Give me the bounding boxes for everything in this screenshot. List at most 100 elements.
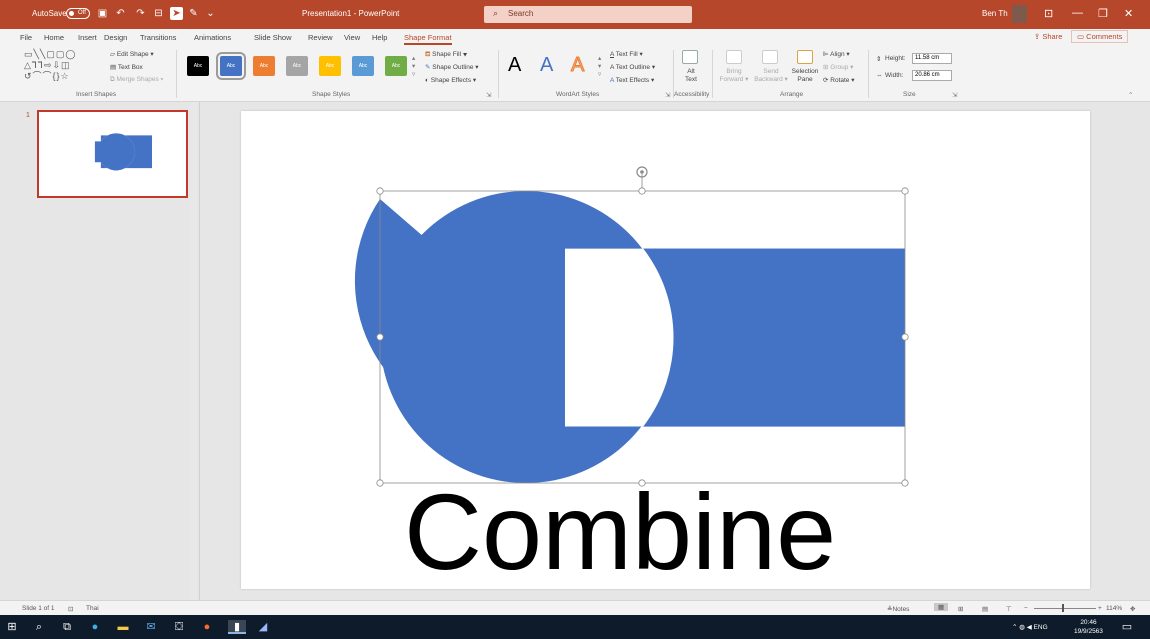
fit-slide-icon[interactable]: ✥ <box>1130 605 1135 613</box>
user-name[interactable]: Ben Th <box>982 9 1008 18</box>
zoom-level[interactable]: 114% <box>1106 605 1122 612</box>
slide-canvas[interactable]: Combine <box>241 111 1090 589</box>
slides-panel: 1 <box>0 102 200 600</box>
powerpoint-taskbar-icon[interactable]: ▮ <box>228 620 246 634</box>
tab-transitions[interactable]: Transitions <box>140 33 176 42</box>
text-effects-button[interactable]: A Text Effects ▾ <box>610 76 654 84</box>
tab-home[interactable]: Home <box>44 33 64 42</box>
send-backward-button[interactable]: Send Backward ▾ <box>751 68 791 84</box>
text-outline-button[interactable]: A Text Outline ▾ <box>610 63 655 71</box>
dialog-launcher-icon[interactable]: ⇲ <box>486 91 491 99</box>
undo-icon[interactable]: ↶ <box>114 7 127 20</box>
slide-sorter-icon[interactable]: ⊞ <box>958 605 963 613</box>
slide-thumbnail[interactable] <box>37 110 188 198</box>
tab-file[interactable]: File <box>20 33 32 42</box>
zoom-slider[interactable] <box>1034 608 1096 609</box>
system-tray[interactable]: ⌃ ◍ ◀ ENG <box>1012 623 1048 631</box>
collapse-ribbon-icon[interactable]: ⌃ <box>1128 91 1133 99</box>
language[interactable]: Thai <box>86 605 99 612</box>
tab-help[interactable]: Help <box>372 33 387 42</box>
merge-shapes-button[interactable]: ⧉ Merge Shapes ▾ <box>110 76 163 84</box>
minimize-icon[interactable]: — <box>1072 7 1083 19</box>
shape-outline-button[interactable]: ✎ Shape Outline ▾ <box>425 63 479 71</box>
avatar[interactable] <box>1012 5 1027 23</box>
wordart-style-black[interactable]: A <box>508 54 521 77</box>
height-field[interactable]: 11.58 cm <box>912 53 952 64</box>
tab-insert[interactable]: Insert <box>78 33 97 42</box>
size-group-label: Size <box>903 91 916 98</box>
shape-fill-button[interactable]: ⛾ Shape Fill ▾ <box>425 50 467 59</box>
zoom-in-icon[interactable]: + <box>1098 605 1102 612</box>
text-outline-icon: A <box>610 64 614 71</box>
shape-style-light-blue[interactable]: Abc <box>352 56 374 76</box>
shape-style-black[interactable]: Abc <box>187 56 209 76</box>
shape-style-blue[interactable]: Abc <box>216 52 246 80</box>
width-field[interactable]: 20.86 cm <box>912 70 952 81</box>
tab-view[interactable]: View <box>344 33 360 42</box>
tab-slide-show[interactable]: Slide Show <box>254 33 292 42</box>
close-icon[interactable]: ✕ <box>1124 7 1133 20</box>
spellcheck-icon[interactable]: ⊡ <box>68 605 73 613</box>
redo-icon[interactable]: ↷ <box>134 7 147 20</box>
taskbar: ⊞ ⌕ ⧉ ● ▬ ✉ ⛋ ● ▮ ◢ ⌃ ◍ ◀ ENG 20:46 19/9/… <box>0 615 1150 639</box>
autosave-toggle[interactable]: Off <box>66 8 90 19</box>
search-placeholder: Search <box>508 9 534 18</box>
customize-toolbar-icon[interactable]: ⌄ <box>204 7 217 20</box>
rotate-button[interactable]: ⟳ Rotate ▾ <box>823 76 855 84</box>
slides-panel-scrollbar[interactable] <box>190 102 197 600</box>
photos-icon[interactable]: ◢ <box>256 620 270 634</box>
workspace: 1 Combine <box>0 102 1150 600</box>
selection-pane-button[interactable]: Selection Pane <box>790 68 820 84</box>
reading-view-icon[interactable]: ▤ <box>982 605 988 613</box>
maximize-icon[interactable]: ❐ <box>1098 7 1108 20</box>
shape-fill-label: Shape Fill <box>432 51 462 58</box>
zoom-slider-thumb[interactable] <box>1062 604 1064 612</box>
bring-forward-button[interactable]: Bring Forward ▾ <box>716 68 752 84</box>
shapes-gallery[interactable]: ▭╲╲▢▢◯ △⅂⅂⇨⇩◫ ↺⌒⌒{}☆ <box>24 49 76 82</box>
shape-style-gold[interactable]: Abc <box>319 56 341 76</box>
text-box-button[interactable]: ▤ Text Box <box>110 63 143 71</box>
wordart-style-orange[interactable]: A <box>570 54 584 77</box>
notes-button[interactable]: ≜Notes <box>887 605 909 613</box>
styles-scroll-icon[interactable]: ▴ ▾ ▿ <box>412 54 415 78</box>
store-icon[interactable]: ⛋ <box>172 620 186 634</box>
share-button[interactable]: ⇪ Share <box>1034 32 1062 41</box>
edit-shape-button[interactable]: ▱ Edit Shape ▾ <box>110 50 154 58</box>
tab-design[interactable]: Design <box>104 33 127 42</box>
shape-style-green[interactable]: Abc <box>385 56 407 76</box>
alt-text-button[interactable]: Alt Text <box>680 68 702 84</box>
group-button[interactable]: ⊞ Group ▾ <box>823 63 853 71</box>
notification-icon[interactable]: ▭ <box>1120 620 1134 634</box>
wordart-scroll-icon[interactable]: ▴ ▾ ▿ <box>598 54 601 78</box>
slideshow-view-icon[interactable]: ⊤ <box>1006 605 1012 613</box>
present-icon[interactable]: ⊟ <box>152 7 165 20</box>
normal-view-icon[interactable]: ▦ <box>934 603 949 611</box>
text-fill-button[interactable]: A Text Fill ▾ <box>610 50 643 58</box>
search-icon[interactable]: ⌕ <box>32 620 46 634</box>
windows-start-icon[interactable]: ⊞ <box>5 620 19 634</box>
shape-style-gray[interactable]: Abc <box>286 56 308 76</box>
shape-effects-button[interactable]: ◐ Shape Effects ▾ <box>425 76 476 84</box>
save-icon[interactable]: ▣ <box>96 7 109 20</box>
dialog-launcher-icon[interactable]: ⇲ <box>665 91 670 99</box>
wordart-style-blue[interactable]: A <box>540 54 553 77</box>
dialog-launcher-icon[interactable]: ⇲ <box>952 91 957 99</box>
comments-button[interactable]: ▭ Comments <box>1071 30 1129 43</box>
ribbon-display-icon[interactable]: ⊡ <box>1044 7 1053 20</box>
zoom-out-icon[interactable]: − <box>1024 605 1028 612</box>
clock[interactable]: 20:46 19/9/2563 <box>1074 618 1103 636</box>
align-button[interactable]: ⊫ Align ▾ <box>823 50 850 58</box>
shape-style-orange[interactable]: Abc <box>253 56 275 76</box>
pointer-icon[interactable]: ➤ <box>170 7 183 20</box>
edge-icon[interactable]: ● <box>88 620 102 634</box>
search-box[interactable]: ⌕ Search <box>484 6 692 23</box>
tab-animations[interactable]: Animations <box>194 33 231 42</box>
tab-review[interactable]: Review <box>308 33 333 42</box>
file-explorer-icon[interactable]: ▬ <box>116 620 130 634</box>
task-view-icon[interactable]: ⧉ <box>60 620 74 634</box>
tab-shape-format[interactable]: Shape Format <box>404 33 452 45</box>
pen-icon[interactable]: ✎ <box>187 7 200 20</box>
edit-shape-label: Edit Shape <box>116 51 149 58</box>
mail-icon[interactable]: ✉ <box>144 620 158 634</box>
app-icon[interactable]: ● <box>200 620 214 634</box>
